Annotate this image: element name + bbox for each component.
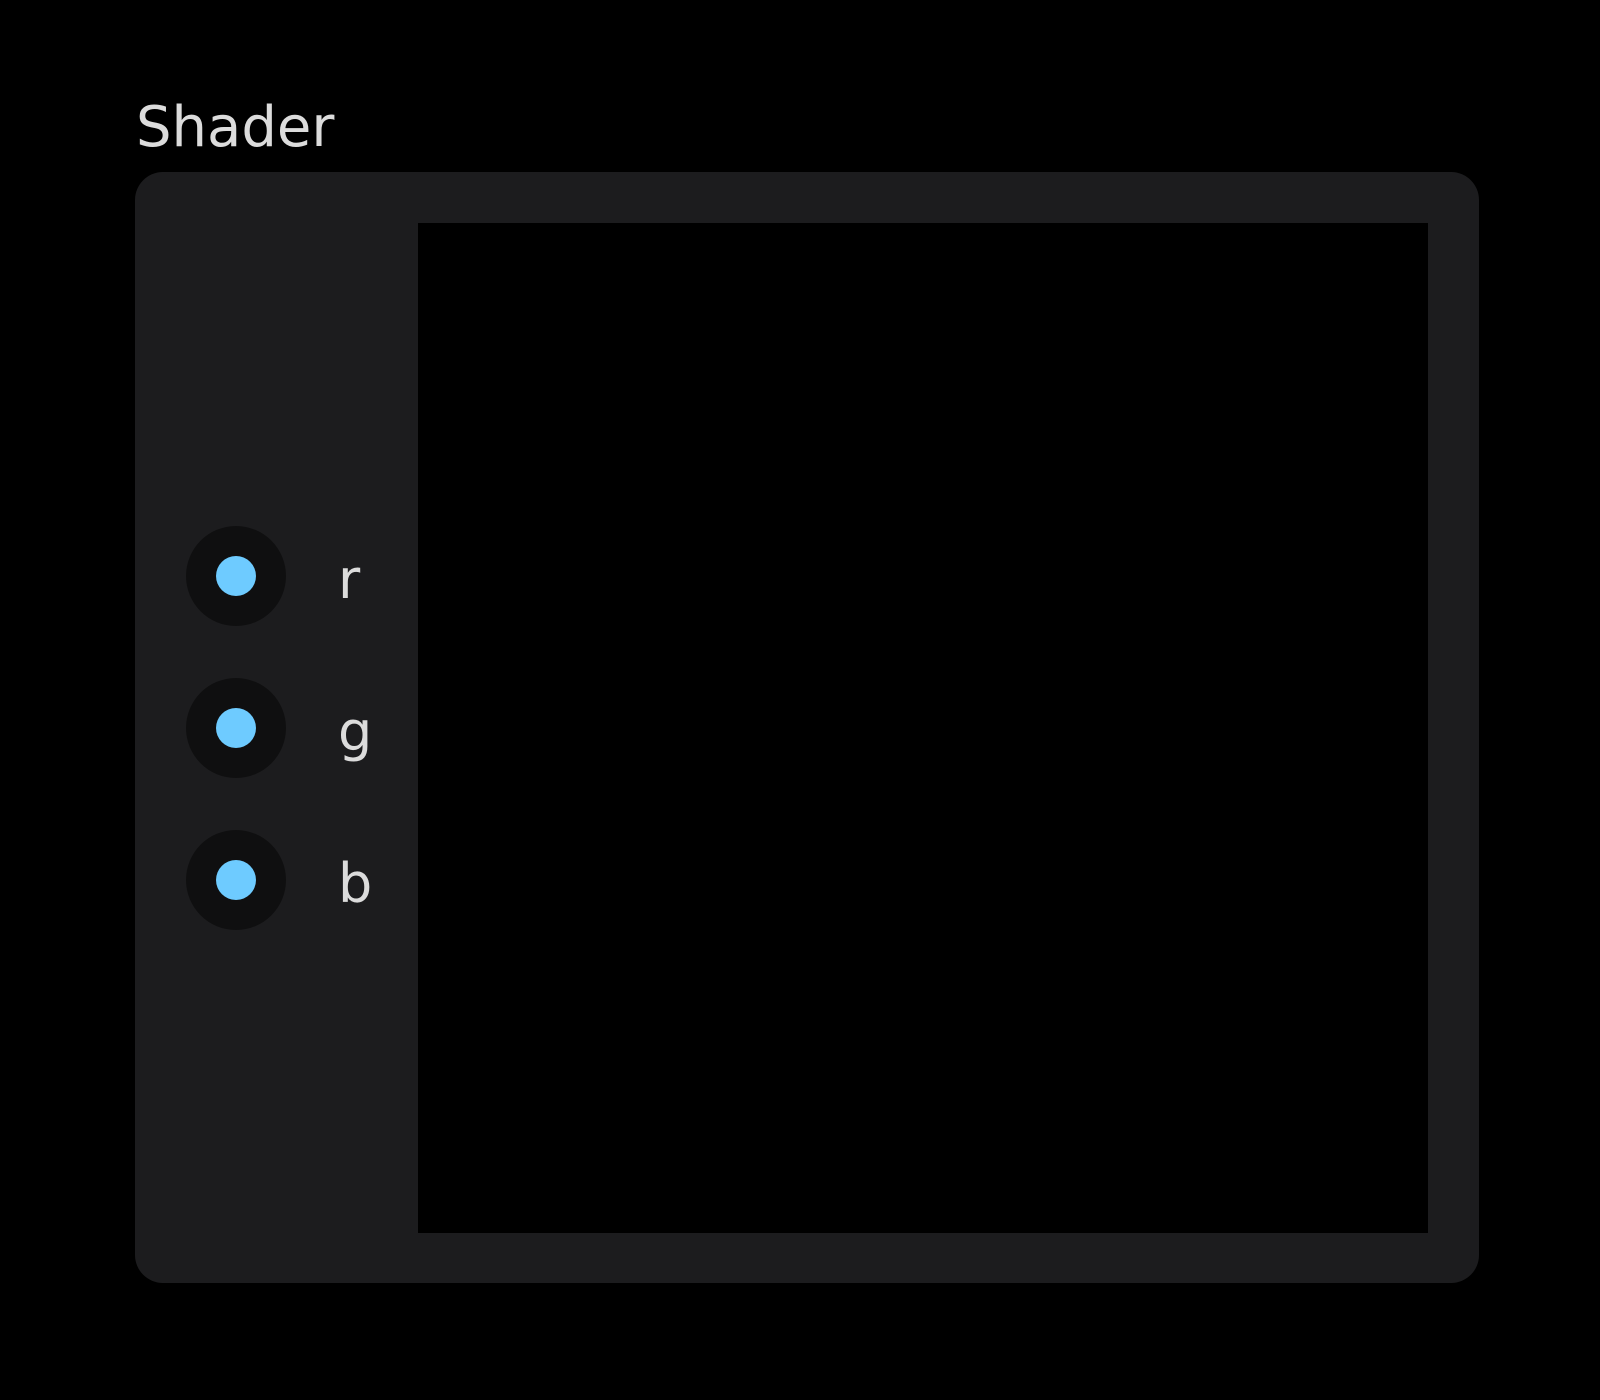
node-title: Shader [136, 95, 335, 160]
port-label-b: b [338, 852, 373, 915]
port-socket-r[interactable] [186, 526, 286, 626]
port-dot-icon [216, 556, 256, 596]
input-port-b[interactable]: b [186, 830, 406, 930]
port-label-r: r [338, 548, 361, 611]
port-dot-icon [216, 860, 256, 900]
shader-preview [418, 223, 1428, 1233]
port-socket-g[interactable] [186, 678, 286, 778]
input-port-r[interactable]: r [186, 526, 406, 626]
port-dot-icon [216, 708, 256, 748]
port-socket-b[interactable] [186, 830, 286, 930]
input-port-g[interactable]: g [186, 678, 406, 778]
port-label-g: g [338, 700, 373, 763]
